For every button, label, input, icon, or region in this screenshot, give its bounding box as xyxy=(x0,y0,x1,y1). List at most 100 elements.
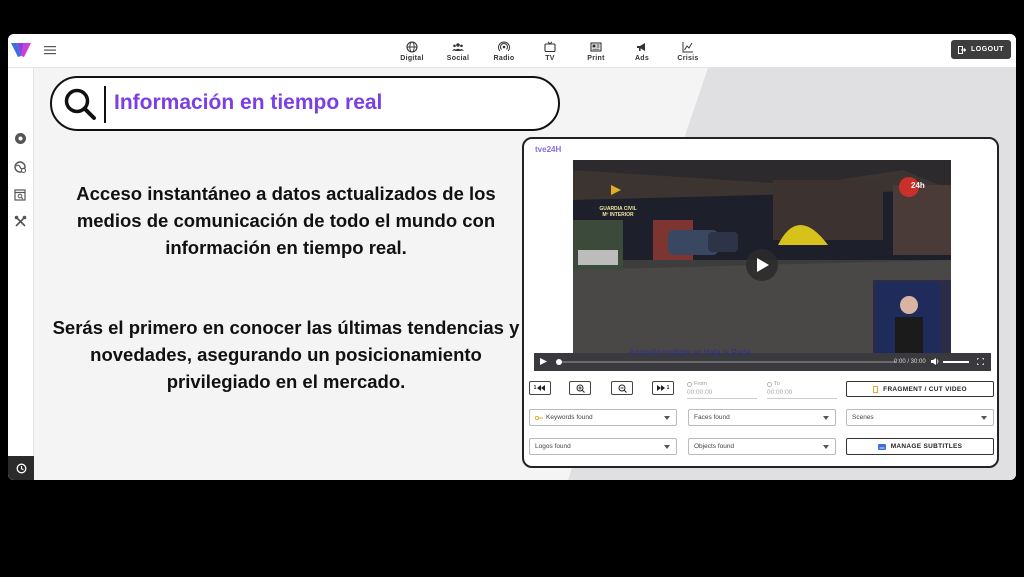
banner-title: Información en tiempo real xyxy=(114,91,383,114)
to-label: To xyxy=(774,381,780,387)
keywords-label: Keywords found xyxy=(546,414,593,421)
subtitles-label: MANAGE SUBTITLES xyxy=(890,443,963,450)
people-icon xyxy=(452,42,464,51)
nav-social[interactable]: Social xyxy=(435,37,481,65)
record-icon[interactable] xyxy=(14,132,27,145)
logos-label: Logos found xyxy=(535,443,571,450)
tools-icon[interactable] xyxy=(14,215,27,228)
nav-label: TV xyxy=(545,54,555,62)
nav-label: Radio xyxy=(493,54,515,62)
nav-label: Ads xyxy=(634,54,650,62)
video-controls: Atropello múltiple en Hafa la Reda 0:00 … xyxy=(534,348,991,371)
globe-search-icon[interactable] xyxy=(14,161,27,174)
sidebar-bottom-button[interactable] xyxy=(8,456,34,480)
from-label: From xyxy=(694,381,707,387)
search-banner: Información en tiempo real xyxy=(50,76,560,131)
nav-radio[interactable]: Radio xyxy=(481,37,527,65)
nav-label: Social xyxy=(446,54,470,62)
chevron-down-icon xyxy=(981,416,987,420)
volume-slider[interactable] xyxy=(943,361,969,363)
fragment-cut-button[interactable]: FRAGMENT / CUT VIDEO xyxy=(846,381,994,397)
scenes-label: Scenes xyxy=(852,414,874,421)
logout-button[interactable]: LOGOUT xyxy=(951,40,1011,59)
nav-label: Crisis xyxy=(677,54,699,62)
fullscreen-icon[interactable] xyxy=(977,358,984,365)
to-label-row: To xyxy=(767,381,837,387)
keywords-select-label: Keywords found xyxy=(535,414,593,421)
search-icon xyxy=(64,88,96,120)
app-logo[interactable] xyxy=(11,42,31,58)
logos-select[interactable]: Logos found xyxy=(529,438,677,455)
channel-badge: 24h xyxy=(911,181,925,190)
chevron-down-icon xyxy=(823,445,829,449)
description-paragraph-2: Serás el primero en conocer las últimas … xyxy=(52,317,520,392)
globe-icon xyxy=(406,40,418,53)
logout-icon xyxy=(958,45,967,54)
video-time: 0:00 / 30:00 xyxy=(894,359,926,365)
video-frame[interactable]: 24h GUARDIA CIVIL Mº INTERIOR xyxy=(573,160,951,356)
to-value[interactable]: 00:00:00 xyxy=(767,389,837,399)
megaphone-icon xyxy=(637,42,645,51)
from-value[interactable]: 00:00:00 xyxy=(687,389,757,399)
previous-segment-button[interactable]: 1 xyxy=(529,381,551,395)
chevron-down-icon xyxy=(664,416,670,420)
scenes-select[interactable]: Scenes xyxy=(846,409,994,426)
key-icon xyxy=(535,415,543,420)
video-subtitle: Atropello múltiple en Hafa la Reda xyxy=(629,348,751,357)
subtitles-icon xyxy=(877,443,886,450)
clock-icon xyxy=(767,381,772,387)
video-scene xyxy=(573,160,951,356)
volume-icon[interactable] xyxy=(931,358,939,365)
top-bar: Digital Social Radio TV Print Ads Crisis… xyxy=(8,34,1016,68)
from-label-row: From xyxy=(687,381,757,387)
nav-label: Print xyxy=(587,54,605,62)
zoom-in-button[interactable] xyxy=(569,381,591,395)
video-card: tve24H 24h GUARDIA CIVIL Mº INTERIOR Atr… xyxy=(522,137,999,468)
from-field[interactable]: From 00:00:00 xyxy=(687,381,757,399)
objects-select[interactable]: Objects found xyxy=(688,438,836,455)
manage-subtitles-button[interactable]: MANAGE SUBTITLES xyxy=(846,438,994,455)
fast-forward-icon xyxy=(656,385,665,391)
nav-digital[interactable]: Digital xyxy=(389,37,435,65)
hamburger-menu-icon[interactable] xyxy=(44,45,56,55)
banner-separator xyxy=(104,86,106,123)
zoom-out-icon xyxy=(618,384,627,393)
history-icon xyxy=(16,463,26,473)
video-overlay-text: GUARDIA CIVIL Mº INTERIOR xyxy=(599,206,637,218)
nav-print[interactable]: Print xyxy=(573,37,619,65)
clock-icon xyxy=(687,381,692,387)
next-segment-button[interactable]: 1 xyxy=(652,381,674,395)
fragment-label: FRAGMENT / CUT VIDEO xyxy=(883,385,967,393)
chevron-down-icon xyxy=(823,416,829,420)
play-icon[interactable] xyxy=(540,358,547,365)
faces-label: Faces found xyxy=(694,414,730,421)
radio-icon xyxy=(498,41,510,51)
prev-count: 1 xyxy=(533,385,537,391)
progress-track[interactable] xyxy=(556,359,896,365)
main-nav: Digital Social Radio TV Print Ads Crisis xyxy=(389,37,711,65)
cut-icon xyxy=(873,385,879,393)
chart-icon xyxy=(682,41,693,52)
zoom-in-icon xyxy=(576,384,585,393)
to-field[interactable]: To 00:00:00 xyxy=(767,381,837,399)
channel-name: tve24H xyxy=(535,145,562,154)
chevron-down-icon xyxy=(664,445,670,449)
calendar-search-icon[interactable] xyxy=(14,188,27,201)
next-count: 1 xyxy=(666,385,670,391)
newspaper-icon xyxy=(590,41,602,52)
nav-crisis[interactable]: Crisis xyxy=(665,37,711,65)
app-window: Digital Social Radio TV Print Ads Crisis… xyxy=(8,34,1016,480)
keywords-select[interactable]: Keywords found xyxy=(529,409,677,426)
tv-icon xyxy=(544,40,556,52)
faces-select[interactable]: Faces found xyxy=(688,409,836,426)
nav-ads[interactable]: Ads xyxy=(619,37,665,65)
zoom-out-button[interactable] xyxy=(611,381,633,395)
description-paragraph-1: Acceso instantáneo a datos actualizados … xyxy=(76,183,496,258)
sidebar xyxy=(8,68,34,480)
logout-label: LOGOUT xyxy=(971,46,1004,53)
nav-tv[interactable]: TV xyxy=(527,37,573,65)
rewind-icon xyxy=(537,385,546,391)
progress-thumb[interactable] xyxy=(556,359,562,365)
objects-label: Objects found xyxy=(694,443,735,450)
nav-label: Digital xyxy=(400,54,424,62)
